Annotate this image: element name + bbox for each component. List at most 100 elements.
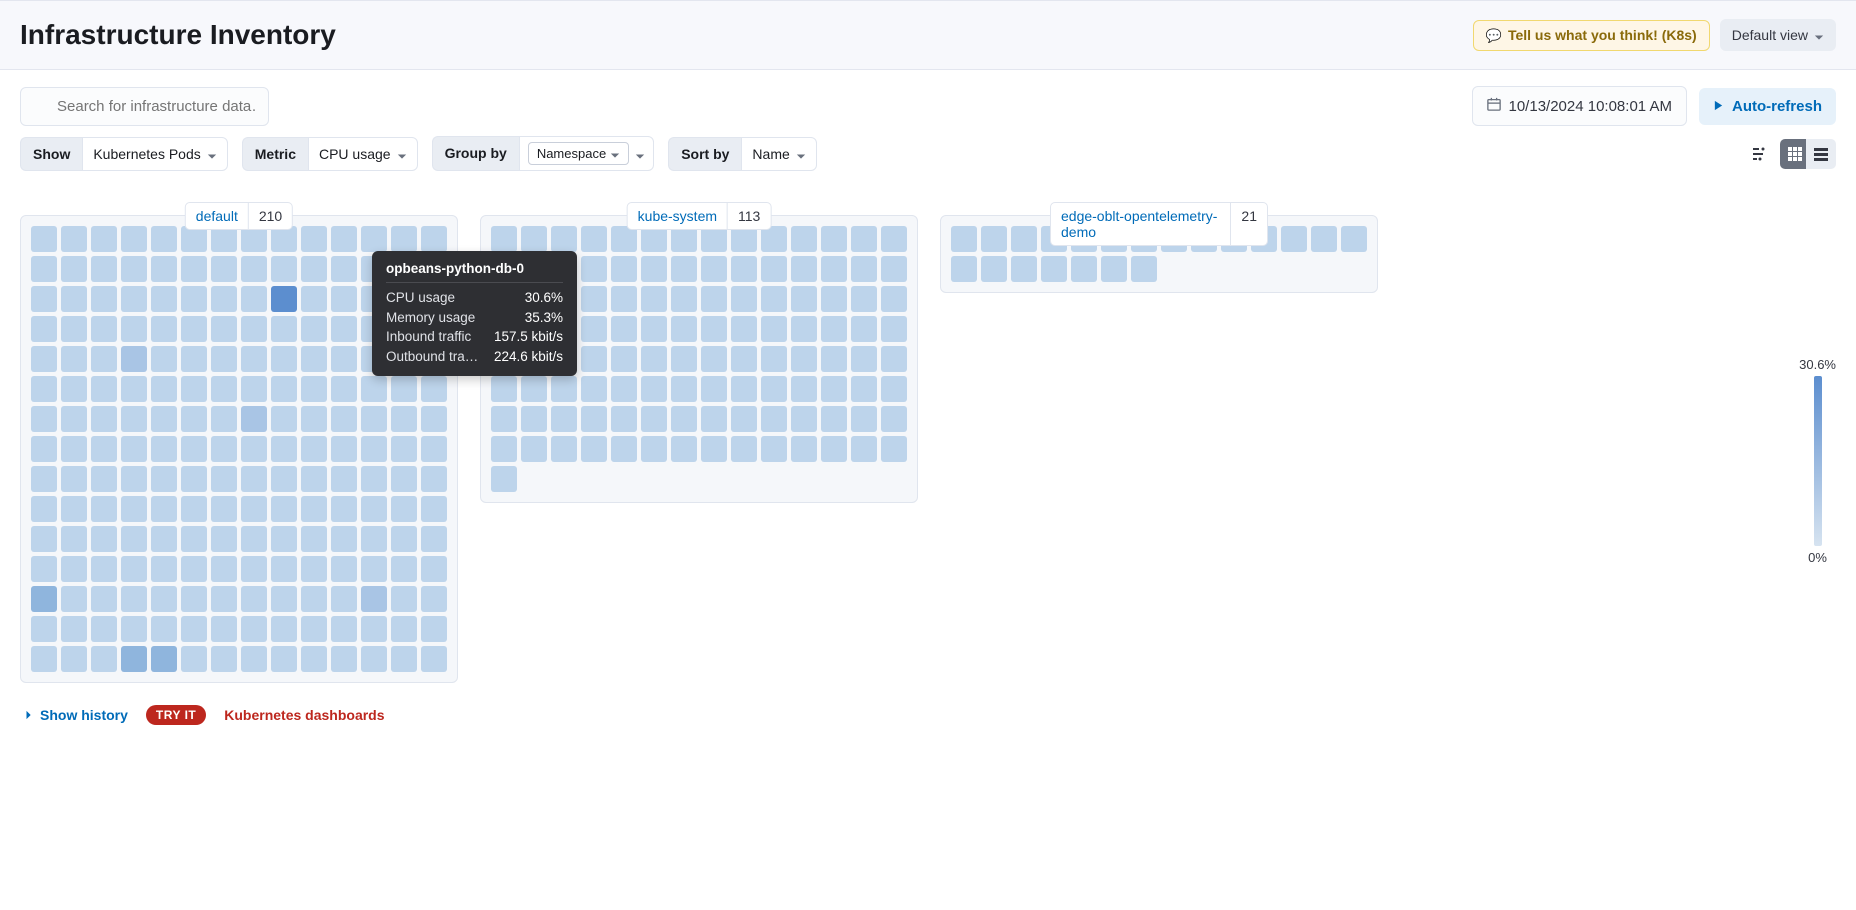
pod-cell[interactable] (211, 406, 237, 432)
pod-cell[interactable] (581, 346, 607, 372)
pod-cell[interactable] (391, 616, 417, 642)
kubernetes-dashboards-link[interactable]: Kubernetes dashboards (224, 707, 384, 723)
pod-cell[interactable] (121, 376, 147, 402)
pod-cell[interactable] (391, 586, 417, 612)
pod-cell[interactable] (121, 346, 147, 372)
pod-cell[interactable] (731, 316, 757, 342)
pod-cell[interactable] (791, 226, 817, 252)
pod-cell[interactable] (881, 316, 907, 342)
namespace-header[interactable]: kube-system113 (627, 202, 772, 230)
pod-cell[interactable] (791, 316, 817, 342)
pod-cell[interactable] (121, 496, 147, 522)
pod-cell[interactable] (31, 556, 57, 582)
pod-cell[interactable] (491, 376, 517, 402)
pod-cell[interactable] (31, 376, 57, 402)
default-view-button[interactable]: Default view (1720, 19, 1836, 51)
filter-show-value[interactable]: Kubernetes Pods (82, 137, 227, 171)
pod-cell[interactable] (391, 556, 417, 582)
pod-cell[interactable] (181, 556, 207, 582)
pod-cell[interactable] (301, 616, 327, 642)
pod-cell[interactable] (271, 646, 297, 672)
pod-cell[interactable] (611, 316, 637, 342)
pod-cell[interactable] (61, 466, 87, 492)
pod-cell[interactable] (91, 256, 117, 282)
pod-cell[interactable] (641, 376, 667, 402)
pod-cell[interactable] (361, 526, 387, 552)
pod-cell[interactable] (151, 346, 177, 372)
pod-cell[interactable] (241, 256, 267, 282)
pod-cell[interactable] (211, 496, 237, 522)
pod-cell[interactable] (551, 436, 577, 462)
pod-cell[interactable] (521, 376, 547, 402)
pod-cell[interactable] (551, 376, 577, 402)
pod-cell[interactable] (701, 406, 727, 432)
pod-cell[interactable] (301, 226, 327, 252)
pod-cell[interactable] (271, 436, 297, 462)
pod-cell[interactable] (331, 586, 357, 612)
pod-cell[interactable] (611, 436, 637, 462)
pod-cell[interactable] (151, 526, 177, 552)
pod-cell[interactable] (611, 346, 637, 372)
pod-cell[interactable] (91, 226, 117, 252)
pod-cell[interactable] (31, 256, 57, 282)
pod-cell[interactable] (731, 436, 757, 462)
table-view-button[interactable] (1806, 139, 1836, 169)
pod-cell[interactable] (581, 226, 607, 252)
pod-cell[interactable] (851, 436, 877, 462)
pod-cell[interactable] (61, 436, 87, 462)
pod-cell[interactable] (181, 496, 207, 522)
groupby-chip[interactable]: Namespace (528, 142, 629, 165)
pod-cell[interactable] (91, 466, 117, 492)
pod-cell[interactable] (331, 226, 357, 252)
pod-cell[interactable] (851, 376, 877, 402)
pod-cell[interactable] (91, 556, 117, 582)
pod-cell[interactable] (271, 376, 297, 402)
pod-cell[interactable] (91, 316, 117, 342)
pod-cell[interactable] (791, 376, 817, 402)
pod-cell[interactable] (61, 406, 87, 432)
pod-cell[interactable] (211, 586, 237, 612)
pod-cell[interactable] (61, 286, 87, 312)
pod-cell[interactable] (361, 586, 387, 612)
filter-metric-value[interactable]: CPU usage (308, 137, 418, 171)
pod-cell[interactable] (421, 616, 447, 642)
pod-cell[interactable] (271, 346, 297, 372)
pod-cell[interactable] (1011, 226, 1037, 252)
pod-cell[interactable] (551, 226, 577, 252)
pod-cell[interactable] (211, 616, 237, 642)
pod-cell[interactable] (421, 466, 447, 492)
pod-cell[interactable] (1101, 256, 1127, 282)
pod-cell[interactable] (671, 256, 697, 282)
pod-cell[interactable] (181, 586, 207, 612)
pod-cell[interactable] (821, 226, 847, 252)
pod-cell[interactable] (331, 646, 357, 672)
pod-cell[interactable] (61, 496, 87, 522)
feedback-button[interactable]: Tell us what you think! (K8s) (1473, 20, 1710, 51)
pod-cell[interactable] (271, 526, 297, 552)
pod-cell[interactable] (391, 496, 417, 522)
pod-cell[interactable] (151, 286, 177, 312)
show-history-toggle[interactable]: Show history (24, 707, 128, 723)
pod-cell[interactable] (671, 406, 697, 432)
pod-cell[interactable] (1341, 226, 1367, 252)
pod-cell[interactable] (951, 256, 977, 282)
pod-cell[interactable] (271, 616, 297, 642)
pod-cell[interactable] (391, 466, 417, 492)
search-input[interactable] (20, 87, 269, 126)
pod-cell[interactable] (211, 556, 237, 582)
pod-cell[interactable] (181, 346, 207, 372)
pod-cell[interactable] (31, 316, 57, 342)
pod-cell[interactable] (641, 286, 667, 312)
pod-cell[interactable] (791, 256, 817, 282)
pod-cell[interactable] (121, 256, 147, 282)
filter-groupby-value[interactable]: Namespace (519, 136, 654, 171)
pod-cell[interactable] (151, 556, 177, 582)
pod-cell[interactable] (31, 616, 57, 642)
pod-cell[interactable] (421, 496, 447, 522)
pod-cell[interactable] (181, 316, 207, 342)
pod-cell[interactable] (611, 286, 637, 312)
pod-cell[interactable] (331, 286, 357, 312)
pod-cell[interactable] (1281, 226, 1307, 252)
pod-cell[interactable] (981, 256, 1007, 282)
pod-cell[interactable] (851, 316, 877, 342)
